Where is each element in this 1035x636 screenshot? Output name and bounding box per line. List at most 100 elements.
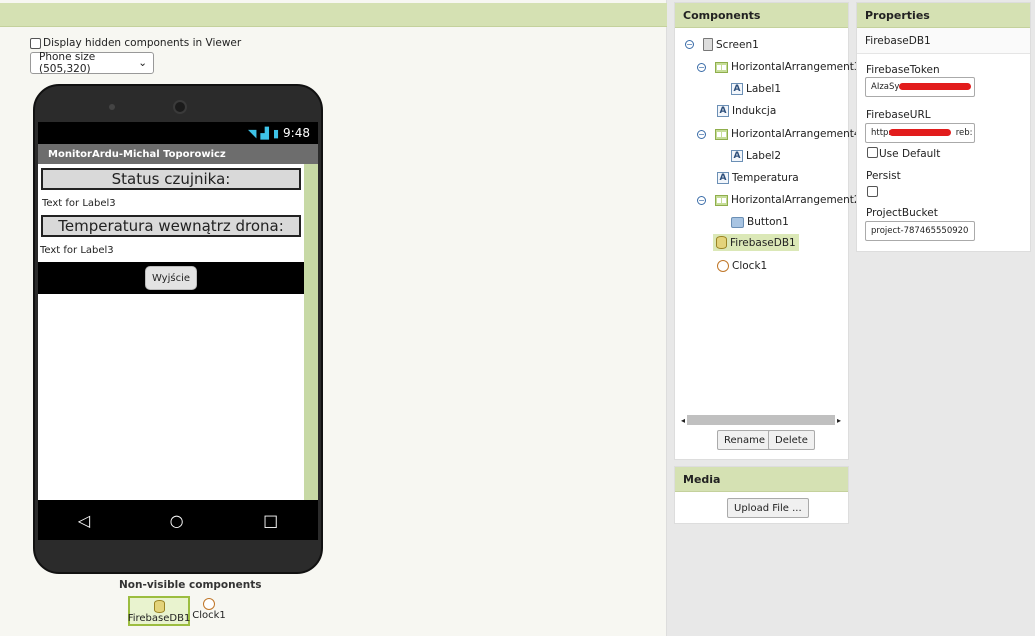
components-panel: Components − Screen1 − HorizontalArrange… (674, 2, 861, 460)
nonvisible-label: FirebaseDB1 (127, 613, 191, 624)
project-bucket-label: ProjectBucket (866, 207, 938, 219)
tree-item-firebasedb1[interactable]: FirebaseDB1 (713, 234, 799, 251)
tree-label: Indukcja (732, 105, 777, 117)
battery-icon: ▮ (272, 126, 280, 140)
scroll-thumb[interactable] (687, 415, 835, 425)
tree-label: Label1 (746, 83, 782, 95)
app-title: MonitorArdu-Michal Toporowicz (48, 148, 226, 160)
firebase-token-value: AIzaSy (871, 82, 900, 92)
nonvisible-title: Non-visible components (119, 579, 262, 591)
collapse-icon[interactable]: − (697, 62, 706, 72)
phone-preview: ◥ ▟ ▮ 9:48 MonitorArdu-Michal Toporowicz… (33, 84, 323, 574)
tree-item-horizontalarrangement2[interactable]: − HorizontalArrangement2 (697, 194, 861, 206)
collapse-icon[interactable]: − (685, 40, 694, 49)
tree-label: Button1 (747, 216, 789, 228)
label3b-text[interactable]: Text for Label3 (40, 245, 114, 256)
arrangement-icon (715, 61, 728, 73)
tree-item-button1[interactable]: Button1 (731, 216, 789, 228)
tree-item-horizontalarrangement4[interactable]: − HorizontalArrangement4 (697, 128, 861, 140)
firebase-url-suffix: reb: (955, 128, 973, 138)
temperatura-label[interactable]: Temperatura wewnątrz drona: (41, 215, 301, 237)
use-default-checkbox[interactable] (867, 147, 878, 158)
tree-label: FirebaseDB1 (730, 236, 796, 249)
collapse-icon[interactable]: − (697, 195, 706, 205)
phone-size-value: Phone size (505,320) (39, 51, 96, 75)
status-czujnika-text: Status czujnika: (111, 170, 231, 188)
tree-label: Label2 (746, 150, 782, 162)
label-icon: A (717, 172, 729, 184)
redaction-mark (889, 129, 951, 136)
wifi-icon: ◥ (248, 126, 257, 140)
tree-item-label1[interactable]: A Label1 (731, 83, 781, 95)
clock-icon (203, 598, 215, 610)
collapse-icon[interactable]: − (697, 129, 706, 139)
scroll-left-icon[interactable]: ◂ (681, 416, 685, 425)
display-hidden-components-toggle[interactable]: Display hidden components in Viewer (30, 37, 241, 49)
properties-panel: Properties FirebaseDB1 FirebaseToken AIz… (856, 2, 1031, 252)
components-header: Components (675, 3, 848, 28)
tree-label: Screen1 (716, 38, 759, 51)
phone-size-select[interactable]: Phone size (505,320) ⌄ (30, 51, 154, 75)
arrangement-icon (715, 194, 728, 206)
firebase-url-label: FirebaseURL (866, 109, 931, 121)
phone-screen: Status czujnika: Text for Label3 Tempera… (38, 164, 304, 500)
persist-checkbox[interactable] (867, 186, 878, 197)
tree-item-temperatura[interactable]: A Temperatura (717, 172, 799, 184)
tree-item-horizontalarrangement3[interactable]: − HorizontalArrangement3 (697, 61, 861, 73)
tree-label: HorizontalArrangement3 (731, 61, 861, 73)
tree-label: Temperatura (732, 172, 799, 184)
rename-button[interactable]: Rename (717, 430, 773, 450)
tree-item-screen1[interactable]: − Screen1 (685, 38, 759, 51)
recents-icon: □ (263, 510, 279, 530)
tree-label: HorizontalArrangement2 (731, 194, 861, 206)
label-icon: A (717, 105, 729, 117)
signal-icon: ▟ (260, 126, 269, 140)
project-bucket-input[interactable]: project-787465550920 (865, 221, 975, 241)
tree-item-indukcja[interactable]: A Indukcja (717, 105, 776, 117)
label-icon: A (731, 83, 743, 95)
persist-label: Persist (866, 170, 901, 182)
button-icon (731, 216, 744, 228)
nonvisible-label: Clock1 (192, 610, 226, 621)
viewer-header-bar (0, 3, 667, 27)
clock-icon (717, 260, 729, 272)
phone-time: 9:48 (283, 126, 310, 140)
media-header: Media (675, 467, 848, 492)
status-czujnika-label[interactable]: Status czujnika: (41, 168, 301, 190)
exit-button[interactable]: Wyjście (145, 266, 197, 290)
tree-label: Clock1 (732, 260, 768, 272)
screen-icon (703, 38, 713, 51)
screen-scrollbar[interactable] (304, 164, 318, 500)
components-horizontal-scrollbar[interactable]: ◂ ▸ (681, 414, 841, 426)
app-title-bar: MonitorArdu-Michal Toporowicz (38, 144, 318, 164)
use-default-label: Use Default (879, 148, 941, 160)
temperatura-text: Temperatura wewnątrz drona: (58, 217, 284, 235)
tree-item-clock1[interactable]: Clock1 (717, 260, 767, 272)
camera-icon (109, 104, 115, 110)
display-hidden-checkbox[interactable] (30, 37, 41, 49)
arrangement-icon (715, 128, 728, 140)
phone-status-bar: ◥ ▟ ▮ 9:48 (38, 122, 318, 144)
label-icon: A (731, 150, 743, 162)
back-icon: ◁ (77, 510, 91, 530)
properties-component-name: FirebaseDB1 (857, 28, 1030, 54)
database-icon (153, 600, 165, 613)
nonvisible-firebasedb1[interactable]: FirebaseDB1 (128, 596, 190, 626)
delete-button[interactable]: Delete (768, 430, 815, 450)
tree-item-label2[interactable]: A Label2 (731, 150, 781, 162)
scroll-right-icon[interactable]: ▸ (837, 416, 841, 425)
properties-header: Properties (857, 3, 1030, 28)
media-panel: Media Upload File ... (674, 466, 849, 524)
database-icon (716, 236, 727, 249)
home-icon: ○ (169, 510, 184, 530)
redaction-mark (899, 83, 971, 90)
label3-text[interactable]: Text for Label3 (42, 198, 116, 209)
android-nav-bar: ◁ ○ □ (38, 500, 318, 540)
viewer-panel: Display hidden components in Viewer Phon… (0, 0, 667, 636)
button-arrangement: Wyjście (38, 262, 304, 294)
tree-label: HorizontalArrangement4 (731, 128, 861, 140)
nonvisible-clock1[interactable]: Clock1 (192, 596, 226, 626)
upload-file-button[interactable]: Upload File ... (727, 498, 809, 518)
chevron-down-icon: ⌄ (138, 57, 147, 69)
display-hidden-label: Display hidden components in Viewer (43, 37, 242, 49)
